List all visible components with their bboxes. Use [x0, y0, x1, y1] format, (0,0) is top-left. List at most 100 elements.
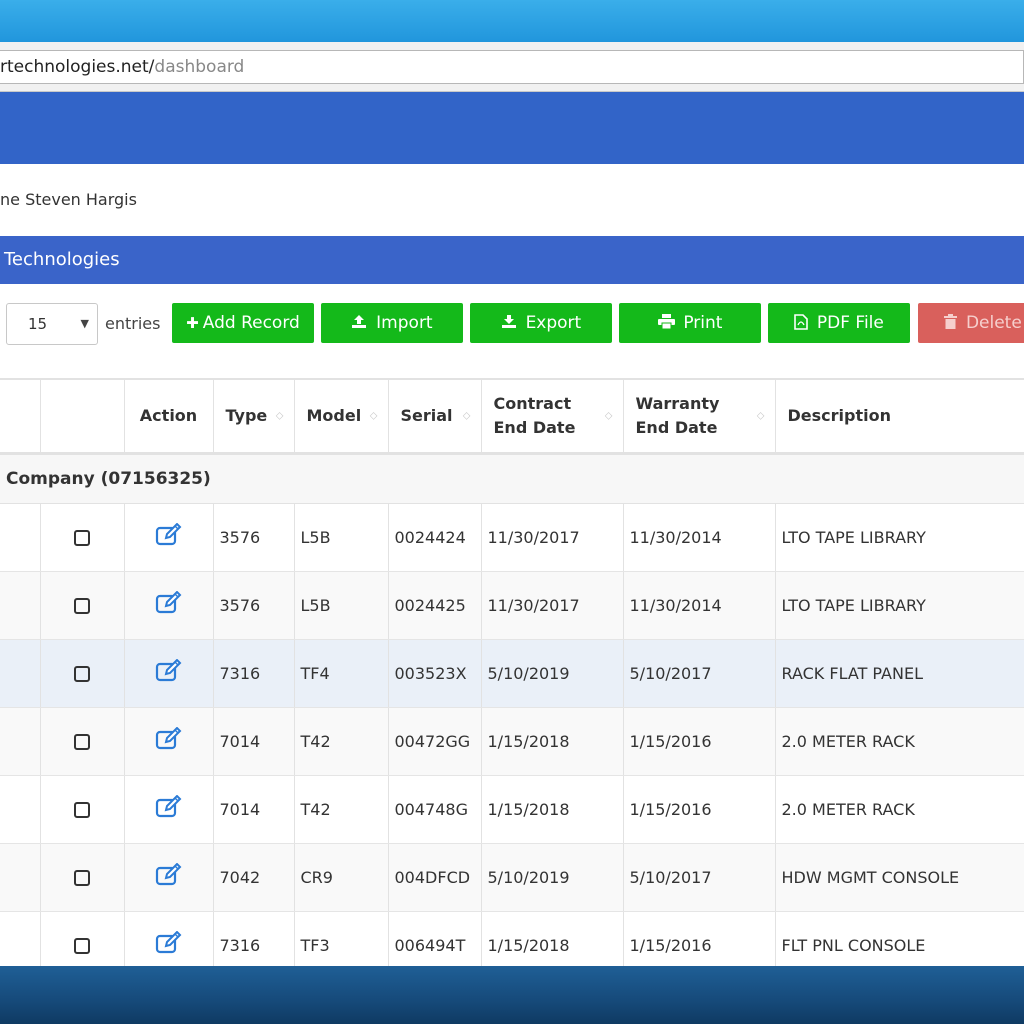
edit-icon[interactable] — [155, 658, 183, 687]
cell-model: TF3 — [294, 911, 389, 966]
records-table: Action Type ◇ Model ◇ Serial ◇ Contract End … — [0, 378, 1024, 966]
cell-type: 7014 — [213, 707, 295, 776]
table-row[interactable]: 7042 CR9 004DFCD 5/10/2019 5/10/2017 HDW MGMT… — [0, 843, 1024, 912]
cell-contract-end: 5/10/2019 — [481, 843, 624, 912]
cell-type: 7316 — [213, 911, 295, 966]
chevron-down-icon: ▼ — [80, 317, 89, 330]
browser-window: rtechnologies.net/dashboard ne Steven Ha… — [0, 42, 1024, 966]
page-length-select[interactable]: 15 ▼ — [6, 303, 98, 345]
cell-serial: 006494T — [388, 911, 482, 966]
header-warranty-line2: End Date — [635, 417, 718, 437]
table-row[interactable]: 7014 T42 004748G 1/15/2018 1/15/2016 2.0 METE… — [0, 775, 1024, 844]
header-serial[interactable]: Serial ◇ — [388, 378, 482, 455]
import-button[interactable]: Import — [321, 303, 463, 343]
header-type-label: Type — [225, 405, 268, 425]
cell-warranty-end: 11/30/2014 — [623, 571, 776, 640]
cell-model: T42 — [294, 707, 389, 776]
header-action: Action — [124, 378, 214, 455]
add-record-button[interactable]: ✚ Add Record — [172, 303, 314, 343]
upload-icon — [351, 314, 372, 332]
edit-icon[interactable] — [155, 726, 183, 755]
row-checkbox[interactable] — [74, 802, 90, 818]
row-checkbox[interactable] — [74, 666, 90, 682]
plus-icon: ✚ — [186, 314, 199, 332]
pdf-file-label: PDF File — [816, 313, 884, 333]
header-action-label: Action — [139, 405, 198, 425]
cell-model: TF4 — [294, 639, 389, 708]
cell-serial: 004DFCD — [388, 843, 482, 912]
edit-icon[interactable] — [155, 930, 183, 959]
row-select-cell — [40, 775, 125, 844]
table-toolbar: 15 ▼ entries ✚ Add Record Import Export P… — [0, 284, 1024, 378]
header-serial-label: Serial — [400, 405, 453, 425]
print-label: Print — [683, 313, 723, 333]
row-action-cell — [124, 707, 214, 776]
cell-serial: 00472GG — [388, 707, 482, 776]
group-row[interactable]: Company (07156325) — [0, 453, 1024, 504]
table-row[interactable]: 7316 TF3 006494T 1/15/2018 1/15/2016 FLT PNL … — [0, 911, 1024, 966]
records-table-container: Action Type ◇ Model ◇ Serial ◇ Contract End … — [0, 378, 1024, 966]
cell-serial: 004748G — [388, 775, 482, 844]
cell-contract-end: 11/30/2017 — [481, 571, 624, 640]
table-row[interactable]: 3576 L5B 0024425 11/30/2017 11/30/2014 LTO TA… — [0, 571, 1024, 640]
top-navbar — [0, 92, 1024, 164]
cell-warranty-end: 11/30/2014 — [623, 503, 776, 572]
row-checkbox[interactable] — [74, 530, 90, 546]
pdf-file-button[interactable]: PDF File — [768, 303, 910, 343]
export-button[interactable]: Export — [470, 303, 612, 343]
cell-description: 2.0 METER RACK — [775, 707, 1024, 776]
row-select-cell — [40, 503, 125, 572]
header-model[interactable]: Model ◇ — [294, 378, 389, 455]
header-contract-line1: Contract — [493, 393, 572, 413]
header-contract-end-date[interactable]: Contract End Date ◇ — [481, 378, 624, 455]
cell-type: 7316 — [213, 639, 295, 708]
table-row[interactable]: 7316 TF4 003523X 5/10/2019 5/10/2017 RACK FLA… — [0, 639, 1024, 708]
add-record-label: Add Record — [202, 313, 300, 333]
cell-description: LTO TAPE LIBRARY — [775, 571, 1024, 640]
header-expand — [0, 378, 41, 455]
edit-icon[interactable] — [155, 862, 183, 891]
cell-model: L5B — [294, 571, 389, 640]
edit-icon[interactable] — [155, 590, 183, 619]
desktop-background-top — [0, 0, 1024, 42]
header-contract-line2: End Date — [493, 417, 576, 437]
url-field[interactable]: rtechnologies.net/dashboard — [0, 50, 1024, 84]
edit-icon[interactable] — [155, 522, 183, 551]
row-expand-cell — [0, 503, 41, 572]
table-row[interactable]: 7014 T42 00472GG 1/15/2018 1/15/2016 2.0 METE… — [0, 707, 1024, 776]
header-select — [40, 378, 125, 455]
row-expand-cell — [0, 707, 41, 776]
row-action-cell — [124, 639, 214, 708]
row-checkbox[interactable] — [74, 598, 90, 614]
header-type[interactable]: Type ◇ — [213, 378, 295, 455]
sort-icon: ◇ — [756, 410, 765, 422]
row-checkbox[interactable] — [74, 870, 90, 886]
print-button[interactable]: Print — [619, 303, 761, 343]
sort-icon: ◇ — [369, 410, 378, 422]
header-warranty-end-date[interactable]: Warranty End Date ◇ — [623, 378, 776, 455]
cell-description: RACK FLAT PANEL — [775, 639, 1024, 708]
row-expand-cell — [0, 775, 41, 844]
cell-warranty-end: 1/15/2016 — [623, 707, 776, 776]
url-path: dashboard — [154, 57, 245, 77]
cell-model: L5B — [294, 503, 389, 572]
delete-button[interactable]: Delete — [918, 303, 1024, 343]
cell-serial: 003523X — [388, 639, 482, 708]
row-expand-cell — [0, 571, 41, 640]
trash-icon — [944, 314, 962, 332]
cell-description: HDW MGMT CONSOLE — [775, 843, 1024, 912]
edit-icon[interactable] — [155, 794, 183, 823]
row-checkbox[interactable] — [74, 734, 90, 750]
cell-serial: 0024425 — [388, 571, 482, 640]
row-expand-cell — [0, 843, 41, 912]
print-icon — [657, 314, 680, 332]
table-row[interactable]: 3576 L5B 0024424 11/30/2017 11/30/2014 LTO TA… — [0, 503, 1024, 572]
cell-serial: 0024424 — [388, 503, 482, 572]
row-checkbox[interactable] — [74, 938, 90, 954]
cell-model: T42 — [294, 775, 389, 844]
header-description[interactable]: Description — [775, 378, 1024, 455]
cell-description: 2.0 METER RACK — [775, 775, 1024, 844]
row-select-cell — [40, 911, 125, 966]
row-select-cell — [40, 571, 125, 640]
export-label: Export — [525, 313, 582, 333]
